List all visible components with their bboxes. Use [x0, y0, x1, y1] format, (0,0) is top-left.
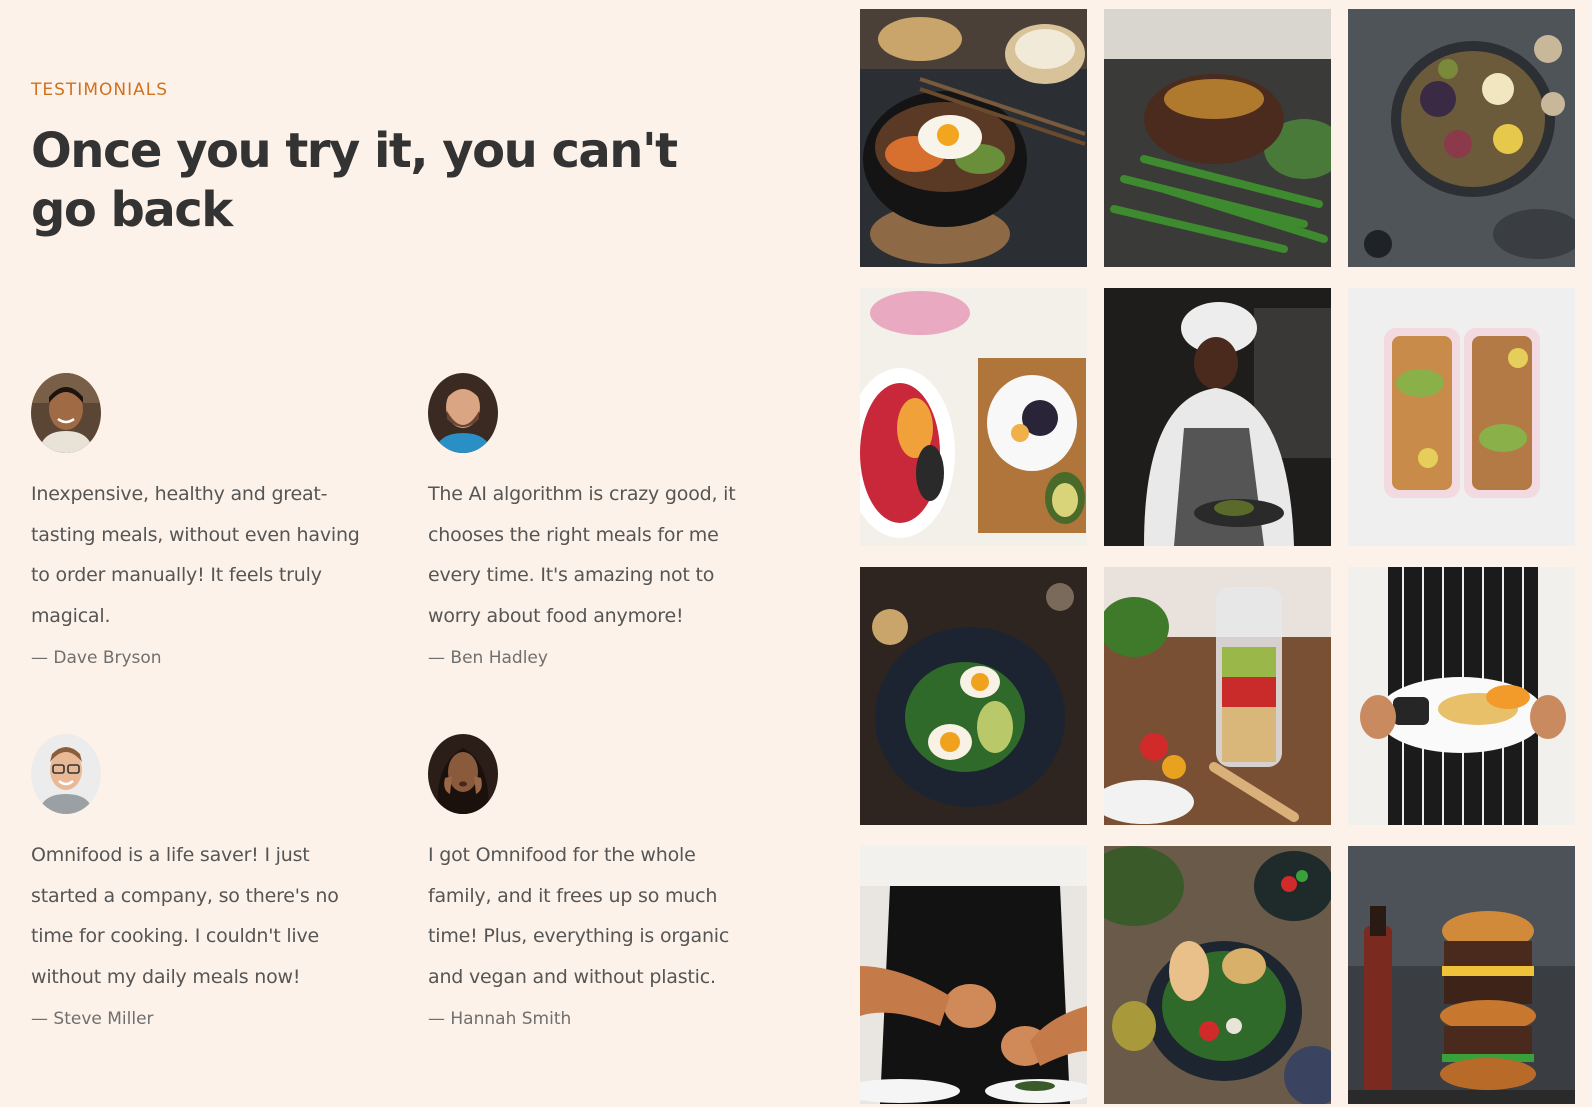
bibimbap-bowl-photo	[860, 9, 1087, 267]
avatar-woman-icon	[428, 734, 498, 814]
testimonial-author: — Hannah Smith	[428, 1008, 572, 1029]
meal-prep-containers-photo	[1348, 288, 1575, 546]
testimonial-quote: Omnifood is a life saver! I just started…	[31, 844, 339, 989]
testimonial-card: Inexpensive, healthy and great-tasting m…	[31, 373, 361, 673]
avatar	[428, 734, 498, 814]
food-gallery	[860, 9, 1575, 1104]
fruit-platter-photo	[1348, 9, 1575, 267]
gallery-item[interactable]	[860, 567, 1087, 825]
steak-green-beans-photo	[1104, 9, 1331, 267]
chickpea-salad-bowl-photo	[1104, 846, 1331, 1104]
avatar	[31, 734, 101, 814]
testimonial-quote: I got Omnifood for the whole family, and…	[428, 844, 730, 989]
gallery-item[interactable]	[860, 846, 1087, 1104]
gallery-item[interactable]	[860, 9, 1087, 267]
egg-salad-plate-photo	[860, 567, 1087, 825]
testimonials-container: TESTIMONIALS Once you try it, you can't …	[31, 0, 821, 1107]
avatar-man-beard-icon	[428, 373, 498, 453]
gallery-item[interactable]	[1104, 567, 1331, 825]
chef-plating-photo	[860, 846, 1087, 1104]
avatar-man-smiling-icon	[31, 373, 101, 453]
testimonial-card: I got Omnifood for the whole family, and…	[428, 734, 758, 1034]
testimonials-grid: Inexpensive, healthy and great-tasting m…	[31, 373, 811, 1073]
testimonial-quote: The AI algorithm is crazy good, it choos…	[428, 483, 736, 628]
testimonial-card: Omnifood is a life saver! I just started…	[31, 734, 361, 1034]
testimonial-author: — Steve Miller	[31, 1008, 154, 1029]
salad-jar-photo	[1104, 567, 1331, 825]
gallery-item[interactable]	[1348, 9, 1575, 267]
testimonial-card: The AI algorithm is crazy good, it choos…	[428, 373, 758, 673]
burger-stack-photo	[1348, 846, 1575, 1104]
fruit-bowl-photo	[860, 288, 1087, 546]
chef-cooking-photo	[1104, 288, 1331, 546]
gallery-item[interactable]	[1348, 567, 1575, 825]
testimonial-quote: Inexpensive, healthy and great-tasting m…	[31, 483, 360, 628]
section-heading: Once you try it, you can't go back	[31, 123, 678, 238]
gallery-item[interactable]	[1104, 9, 1331, 267]
avatar	[428, 373, 498, 453]
section-subheading: TESTIMONIALS	[31, 80, 168, 100]
avatar-man-glasses-icon	[31, 734, 101, 814]
gallery-item[interactable]	[860, 288, 1087, 546]
testimonials-section: TESTIMONIALS Once you try it, you can't …	[0, 0, 1592, 1107]
gallery-item[interactable]	[1348, 288, 1575, 546]
gallery-item[interactable]	[1104, 846, 1331, 1104]
gallery-item[interactable]	[1348, 846, 1575, 1104]
avatar	[31, 373, 101, 453]
testimonial-author: — Dave Bryson	[31, 647, 162, 668]
gallery-item[interactable]	[1104, 288, 1331, 546]
testimonial-author: — Ben Hadley	[428, 647, 548, 668]
plated-dish-photo	[1348, 567, 1575, 825]
